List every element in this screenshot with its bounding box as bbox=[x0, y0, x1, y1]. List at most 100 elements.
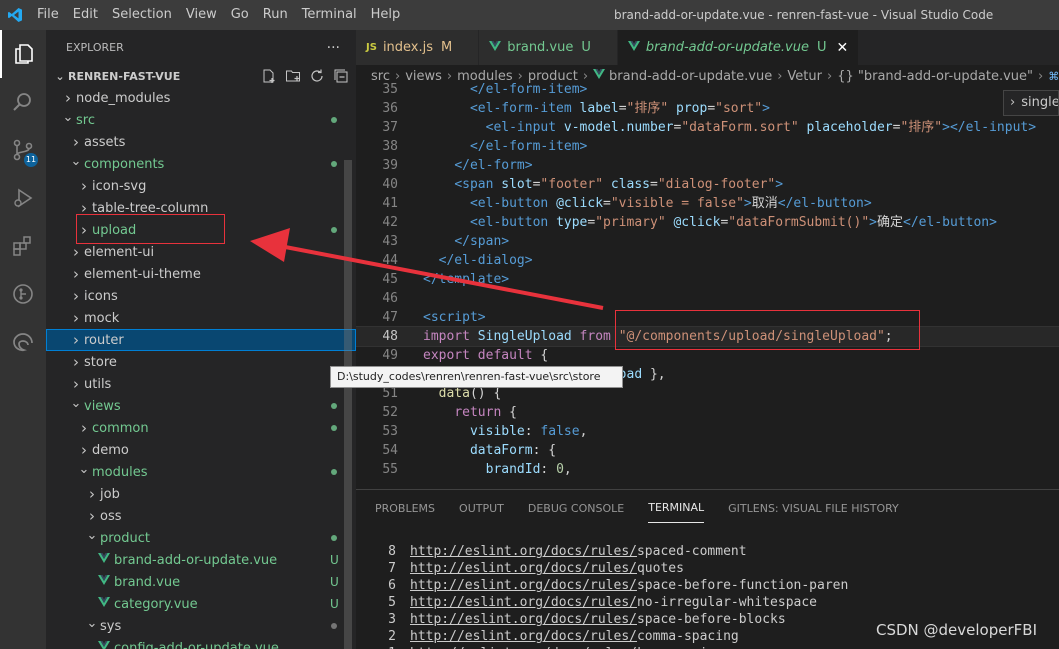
edge-devtools-view-button[interactable] bbox=[0, 318, 46, 366]
rule-link: http://eslint.org/docs/rules/quotes bbox=[410, 560, 684, 577]
menu-help[interactable]: Help bbox=[364, 0, 408, 30]
tree-item-icons[interactable]: › icons bbox=[46, 285, 356, 307]
rule-link: http://eslint.org/docs/rules/space-befor… bbox=[410, 577, 848, 594]
rule-name: spaced-comment bbox=[636, 544, 747, 559]
tab-label: brand.vue bbox=[507, 40, 574, 55]
sidebar-scrollbar[interactable] bbox=[344, 160, 352, 649]
code-line: 39 </el-form> bbox=[356, 156, 1059, 175]
code-editor[interactable]: 35 </el-form-item> 36 <el-form-item label… bbox=[356, 80, 1059, 482]
menu-selection[interactable]: Selection bbox=[105, 0, 179, 30]
extensions-view-button[interactable] bbox=[0, 222, 46, 270]
rule-url-link[interactable]: http://eslint.org/docs/rules/ bbox=[410, 612, 637, 627]
collapse-all-icon[interactable] bbox=[333, 68, 349, 84]
tree-item-router[interactable]: › router bbox=[46, 329, 356, 351]
source-control-view-button[interactable]: 11 bbox=[0, 126, 46, 174]
rule-count: 3 bbox=[388, 612, 396, 627]
rule-link: http://eslint.org/docs/rules/no-irregula… bbox=[410, 594, 817, 611]
rule-url-link[interactable]: http://eslint.org/docs/rules/ bbox=[410, 595, 637, 610]
tree-item-demo[interactable]: › demo bbox=[46, 439, 356, 461]
tree-item-job[interactable]: › job bbox=[46, 483, 356, 505]
code-token: @click bbox=[556, 196, 604, 211]
tab-status: U bbox=[816, 40, 827, 55]
tab-index-js[interactable]: JS index.js M bbox=[356, 30, 480, 65]
rule-url-link[interactable]: http://eslint.org/docs/rules/ bbox=[410, 578, 637, 593]
refresh-icon[interactable] bbox=[309, 68, 325, 84]
code-token: <el-button bbox=[469, 215, 557, 230]
tree-item-common[interactable]: › common bbox=[46, 417, 356, 439]
tree-item-product[interactable]: ⌄ product bbox=[46, 527, 356, 549]
panel-tab-problems[interactable]: PROBLEMS bbox=[375, 494, 435, 523]
new-folder-icon[interactable] bbox=[285, 68, 301, 84]
project-section-header[interactable]: ⌄ RENREN-FAST-VUE bbox=[46, 65, 356, 87]
code-token: > bbox=[743, 196, 752, 211]
tree-item-utils[interactable]: › utils bbox=[46, 373, 356, 395]
menu-terminal[interactable]: Terminal bbox=[295, 0, 364, 30]
rule-url-link[interactable]: http://eslint.org/docs/rules/ bbox=[410, 561, 637, 576]
tree-item-brand-add-or-update-vue[interactable]: brand-add-or-update.vue U bbox=[46, 549, 356, 571]
tree-item-components[interactable]: ⌄ components bbox=[46, 153, 356, 175]
code-token: : bbox=[540, 462, 557, 477]
tab-brand-vue[interactable]: brand.vue U bbox=[479, 30, 618, 65]
code-line: 45 </template> bbox=[356, 270, 1059, 289]
tab-brand-add-or-update-vue[interactable]: brand-add-or-update.vue U ✕ bbox=[617, 30, 860, 65]
terminal-line: 1 http://eslint.org/docs/rules/key-spacin… bbox=[356, 645, 1059, 649]
tree-item-element-ui-theme[interactable]: › element-ui-theme bbox=[46, 263, 356, 285]
code-line: 53 visible: false, bbox=[356, 422, 1059, 441]
tree-item-node-modules[interactable]: › node_modules bbox=[46, 87, 356, 109]
code-token: "primary" bbox=[595, 215, 666, 230]
rule-count: 6 bbox=[388, 578, 396, 593]
git-modified-dot bbox=[331, 535, 337, 541]
menu-run[interactable]: Run bbox=[256, 0, 295, 30]
tree-item-label: job bbox=[100, 486, 120, 502]
code-token: <el-form-item bbox=[469, 101, 580, 116]
debug-icon bbox=[14, 188, 33, 208]
menu-file[interactable]: File bbox=[30, 0, 66, 30]
tree-item-label: element-ui bbox=[84, 244, 155, 260]
panel-tab-terminal[interactable]: TERMINAL bbox=[648, 493, 705, 523]
menu-view[interactable]: View bbox=[179, 0, 224, 30]
tree-item-config-add-or-update-vue[interactable]: config-add-or-update.vue bbox=[46, 637, 356, 649]
tree-item-brand-vue[interactable]: brand.vue U bbox=[46, 571, 356, 593]
vue-file-icon bbox=[98, 596, 110, 612]
menu-go[interactable]: Go bbox=[224, 0, 256, 30]
tree-item-views[interactable]: ⌄ views bbox=[46, 395, 356, 417]
git-modified-dot bbox=[331, 117, 337, 123]
code-token: </el-button> bbox=[903, 215, 997, 230]
search-view-button[interactable] bbox=[0, 78, 46, 126]
tree-item-mock[interactable]: › mock bbox=[46, 307, 356, 329]
menu-edit[interactable]: Edit bbox=[66, 0, 105, 30]
new-file-icon[interactable] bbox=[261, 68, 277, 84]
tree-item-label: assets bbox=[84, 134, 126, 150]
panel-tab-gitlens-visual-file-history[interactable]: GITLENS: VISUAL FILE HISTORY bbox=[728, 494, 899, 523]
more-actions-button[interactable]: ··· bbox=[327, 40, 340, 56]
gitlens-view-button[interactable] bbox=[0, 270, 46, 318]
tree-item-src[interactable]: ⌄ src bbox=[46, 109, 356, 131]
activity-bar: 11 bbox=[0, 30, 46, 649]
explorer-view-button[interactable] bbox=[0, 30, 46, 78]
tree-item-assets[interactable]: › assets bbox=[46, 131, 356, 153]
rule-url-link[interactable]: http://eslint.org/docs/rules/ bbox=[410, 629, 637, 644]
run-debug-view-button[interactable] bbox=[0, 174, 46, 222]
tree-item-icon-svg[interactable]: › icon-svg bbox=[46, 175, 356, 197]
line-content: dataForm: { bbox=[423, 441, 556, 460]
code-token: "" bbox=[533, 481, 549, 482]
panel-tab-debug-console[interactable]: DEBUG CONSOLE bbox=[528, 494, 624, 523]
rule-url-link[interactable]: http://eslint.org/docs/rules/ bbox=[410, 544, 637, 559]
tree-item-store[interactable]: › store bbox=[46, 351, 356, 373]
tree-item-element-ui[interactable]: › element-ui bbox=[46, 241, 356, 263]
close-icon[interactable]: ✕ bbox=[836, 40, 848, 56]
code-token: <el-button bbox=[469, 196, 557, 211]
code-token: <span bbox=[454, 177, 502, 192]
tree-item-sys[interactable]: ⌄ sys bbox=[46, 615, 356, 637]
tree-item-modules[interactable]: ⌄ modules bbox=[46, 461, 356, 483]
title-bar: File Edit Selection View Go Run Terminal Help b… bbox=[0, 0, 1059, 30]
peek-widget[interactable]: › single bbox=[1003, 90, 1059, 116]
tree-item-label: router bbox=[84, 332, 124, 348]
panel-tab-output[interactable]: OUTPUT bbox=[459, 494, 504, 523]
